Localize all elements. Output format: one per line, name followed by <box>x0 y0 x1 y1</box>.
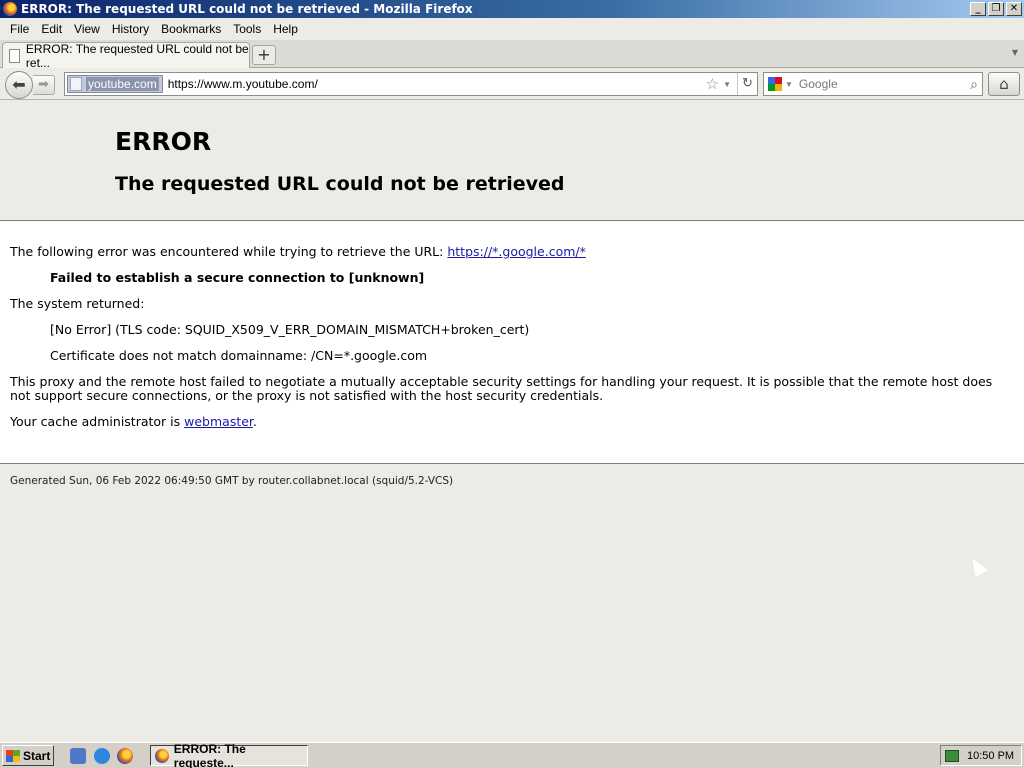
explanation-text: This proxy and the remote host failed to… <box>10 374 993 403</box>
network-icon[interactable] <box>945 749 959 762</box>
url-bar[interactable]: youtube.com https://www.m.youtube.com/ ☆… <box>64 72 758 96</box>
home-icon: ⌂ <box>999 75 1009 93</box>
mouse-cursor-icon <box>966 554 988 578</box>
firefox-icon <box>3 2 17 16</box>
tab-strip: ERROR: The requested URL could not be re… <box>0 40 1024 70</box>
navigation-toolbar: ⬅ ➡ youtube.com https://www.m.youtube.co… <box>0 68 1024 100</box>
restore-button[interactable]: ❐ <box>988 2 1004 16</box>
search-icon[interactable]: ⌕ <box>970 76 978 93</box>
error-subheading: The requested URL could not be retrieved <box>115 173 565 195</box>
search-input[interactable]: Google <box>799 77 838 91</box>
taskbar-window-title: ERROR: The requeste... <box>173 741 246 768</box>
failure-message: Failed to establish a secure connection … <box>50 270 425 285</box>
menu-bookmarks[interactable]: Bookmarks <box>155 22 227 36</box>
reload-icon: ↻ <box>742 75 753 90</box>
page-icon <box>9 48 20 63</box>
clock[interactable]: 10:50 PM <box>967 750 1014 762</box>
site-identity-button[interactable]: youtube.com <box>67 75 163 93</box>
tab-title: ERROR: The requested URL could not be re… <box>25 41 249 70</box>
tab-active[interactable]: ERROR: The requested URL could not be re… <box>2 41 250 70</box>
page-icon <box>70 77 82 91</box>
back-button[interactable]: ⬅ <box>5 71 33 99</box>
reload-button[interactable]: ↻ <box>737 73 757 95</box>
menu-edit[interactable]: Edit <box>35 22 68 36</box>
error-body: The following error was encountered whil… <box>0 221 1024 464</box>
webmaster-link[interactable]: webmaster <box>184 414 253 429</box>
menu-view[interactable]: View <box>68 22 106 36</box>
bookmark-star-icon[interactable]: ☆ <box>706 75 719 93</box>
internet-explorer-icon[interactable] <box>94 748 110 764</box>
search-bar[interactable]: ▼ Google ⌕ <box>763 72 983 96</box>
menu-file[interactable]: File <box>4 22 35 36</box>
taskbar: Start ERROR: The requeste... 10:50 PM <box>0 742 1024 768</box>
page-content: ERROR The requested URL could not be ret… <box>0 101 1024 741</box>
minimize-button[interactable]: _ <box>970 2 986 16</box>
certificate-message: Certificate does not match domainname: /… <box>50 348 428 363</box>
menu-help[interactable]: Help <box>267 22 304 36</box>
menu-bar: File Edit View History Bookmarks Tools H… <box>0 18 1024 40</box>
google-engine-icon[interactable] <box>768 77 782 91</box>
tls-code-message: [No Error] (TLS code: SQUID_X509_V_ERR_D… <box>50 322 530 337</box>
system-returned-label: The system returned: <box>10 296 145 311</box>
window-title-bar: ERROR: The requested URL could not be re… <box>0 0 1024 18</box>
home-button[interactable]: ⌂ <box>988 72 1020 96</box>
window-controls: _ ❐ ✕ <box>970 2 1022 16</box>
system-tray: 10:50 PM <box>940 745 1022 766</box>
tab-list-dropdown-icon[interactable]: ▼ <box>1012 48 1018 57</box>
window-title: ERROR: The requested URL could not be re… <box>21 2 473 16</box>
taskbar-firefox-window[interactable]: ERROR: The requeste... <box>150 741 308 768</box>
error-heading: ERROR <box>115 127 212 156</box>
site-identity-label: youtube.com <box>86 77 159 91</box>
search-engine-dropdown-icon[interactable]: ▼ <box>785 80 793 89</box>
url-input[interactable]: https://www.m.youtube.com/ <box>168 77 706 91</box>
close-button[interactable]: ✕ <box>1006 2 1022 16</box>
error-header: ERROR The requested URL could not be ret… <box>0 101 1024 221</box>
firefox-icon <box>155 748 169 763</box>
error-url-link[interactable]: https://*.google.com/* <box>447 244 586 259</box>
start-label: Start <box>23 748 51 763</box>
forward-button[interactable]: ➡ <box>33 75 55 95</box>
error-intro: The following error was encountered whil… <box>10 244 586 259</box>
menu-history[interactable]: History <box>106 22 155 36</box>
menu-tools[interactable]: Tools <box>227 22 267 36</box>
show-desktop-icon[interactable] <box>70 748 86 764</box>
back-arrow-icon: ⬅ <box>12 75 26 94</box>
start-button[interactable]: Start <box>2 745 54 766</box>
url-history-dropdown-icon[interactable]: ▼ <box>723 80 731 89</box>
windows-logo-icon <box>6 749 20 762</box>
admin-line: Your cache administrator is webmaster. <box>10 414 257 429</box>
new-tab-button[interactable]: + <box>252 45 276 65</box>
forward-arrow-icon: ➡ <box>38 77 49 92</box>
firefox-quicklaunch-icon[interactable] <box>117 748 133 764</box>
generated-footer: Generated Sun, 06 Feb 2022 06:49:50 GMT … <box>10 475 454 487</box>
